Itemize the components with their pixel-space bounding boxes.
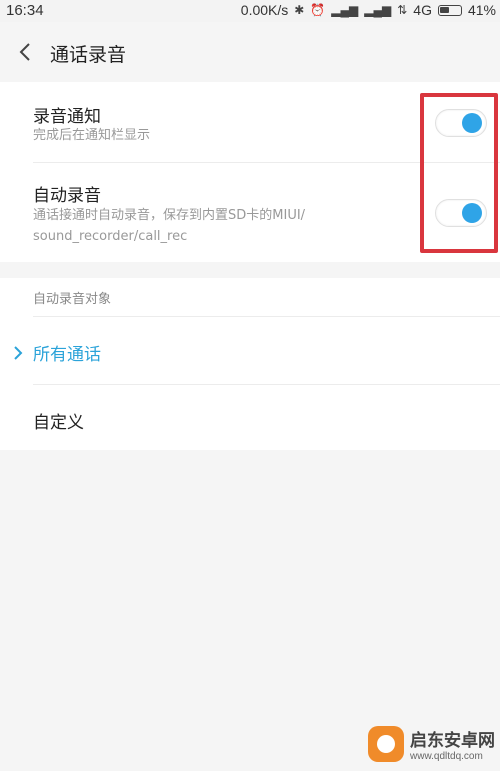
option-custom[interactable]: 自定义 — [33, 408, 84, 433]
watermark-text: 启东安卓网 www.qdltdq.com — [410, 726, 495, 762]
signal-icon-2: ▂▄▆ — [364, 3, 392, 17]
auto-record-subtitle-line1: 通话接通时自动录音，保存到内置SD卡的MIUI/ — [33, 208, 306, 223]
bluetooth-icon: ✱ — [294, 3, 305, 17]
alarm-icon: ⏰ — [310, 3, 326, 17]
annotation-highlight-box — [420, 93, 498, 253]
watermark-name: 启东安卓网 — [410, 731, 495, 751]
back-arrow-icon[interactable] — [14, 38, 38, 66]
record-notify-subtitle: 完成后在通知栏显示 — [33, 128, 151, 143]
network-type: 4G — [413, 2, 432, 18]
watermark: 启东安卓网 www.qdltdq.com — [368, 720, 498, 768]
auto-record-subtitle-line2: sound_recorder/call_rec — [33, 229, 188, 244]
page-title: 通话录音 — [50, 44, 127, 66]
header: 通话录音 — [0, 22, 500, 82]
divider — [33, 316, 500, 317]
signal-icon: ▂▄▆ — [331, 3, 359, 17]
record-notify-title: 录音通知 — [33, 107, 101, 127]
watermark-url: www.qdltdq.com — [410, 751, 483, 762]
status-indicators: 0.00K/s ✱ ⏰ ▂▄▆ ▂▄▆ ⇅ 4G 41% — [241, 2, 496, 18]
divider — [33, 384, 500, 385]
chevron-right-icon — [12, 345, 24, 361]
network-speed: 0.00K/s — [240, 2, 289, 18]
option-all-calls[interactable]: 所有通话 — [33, 340, 101, 365]
section-label: 自动录音对象 — [33, 292, 112, 307]
targets-card: 自动录音对象 所有通话 自定义 — [0, 278, 500, 450]
auto-record-title: 自动录音 — [33, 186, 101, 206]
data-transfer-icon: ⇅ — [397, 3, 408, 17]
status-time: 16:34 — [6, 2, 44, 19]
battery-icon — [437, 4, 462, 16]
status-bar: 16:34 0.00K/s ✱ ⏰ ▂▄▆ ▂▄▆ ⇅ 4G 41% — [0, 0, 500, 22]
watermark-logo-icon — [368, 726, 404, 762]
battery-level: 41% — [467, 2, 496, 18]
